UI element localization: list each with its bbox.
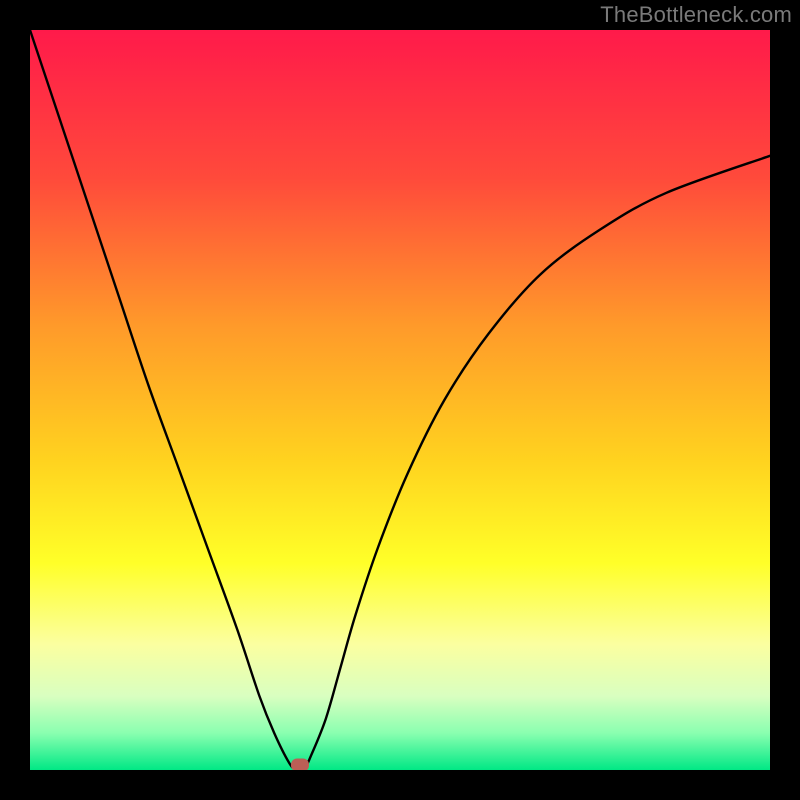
bottleneck-curve [30,30,770,770]
optimal-point-marker [291,759,309,771]
plot-area [30,30,770,770]
chart-frame: TheBottleneck.com [0,0,800,800]
watermark-text: TheBottleneck.com [600,2,792,28]
